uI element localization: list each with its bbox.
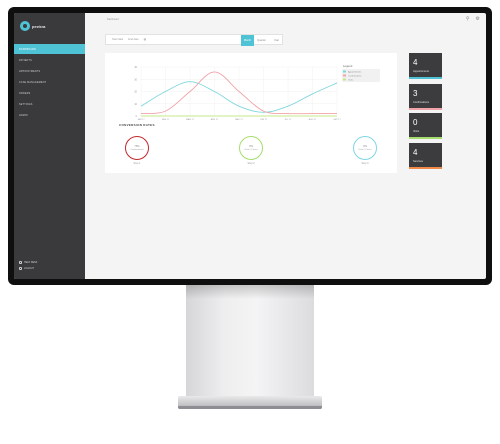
quarter-button[interactable]: Quarter <box>255 35 268 46</box>
filter-icon[interactable]: ⚲ <box>466 16 470 22</box>
monitor-bezel: peekra DASHBOARD PATIENTS APPOINTMENTS C… <box>8 7 492 285</box>
stat-accent-bar <box>409 77 442 79</box>
gear-icon[interactable]: ⚙ <box>476 16 480 22</box>
sidebar-item-patients[interactable]: PATIENTS <box>14 55 85 65</box>
x-tick-label: SEP 17 <box>333 119 341 121</box>
help-desk-label: HELP DESK <box>24 261 38 264</box>
sidebar-nav: DASHBOARD PATIENTS APPOINTMENTS CASE MAN… <box>14 44 85 121</box>
legend-entry: Visits <box>348 79 354 82</box>
y-tick-label: 40 <box>134 66 137 69</box>
sidebar-item-case-management[interactable]: CASE MANAGEMENT <box>14 77 85 87</box>
stat-label: Visits <box>413 130 420 133</box>
stat-accent-bar <box>409 137 442 139</box>
monitor-stand-shadow <box>186 285 314 299</box>
month-button[interactable]: Month <box>241 35 254 46</box>
x-tick-label: JUN 17 <box>260 119 268 121</box>
start-date-input[interactable]: Start date <box>112 38 123 41</box>
monitor-stand-neck <box>186 285 314 403</box>
sidebar-item-admin[interactable]: ADMIN <box>14 110 85 120</box>
conversion-rates-title: CONVERSION RATES <box>119 123 155 127</box>
topbar-icons: ⚲ ⚙ <box>466 16 480 22</box>
sidebar-item-appointments[interactable]: APPOINTMENTS <box>14 66 85 76</box>
logout-icon <box>19 267 22 270</box>
stat-value: 4 <box>413 148 418 157</box>
conversion-pct: 75% <box>134 145 140 148</box>
logo-text: peekra <box>32 23 46 29</box>
monitor-stand-base-edge <box>178 406 322 409</box>
logo[interactable]: peekra <box>20 21 46 31</box>
screen: peekra DASHBOARD PATIENTS APPOINTMENTS C… <box>14 13 486 279</box>
conversion-caption: Step 1 <box>133 162 141 165</box>
stat-value: 0 <box>413 118 418 127</box>
sidebar-item-settings[interactable]: SETTINGS <box>14 99 85 109</box>
x-tick-label: JAN 17 <box>137 118 145 121</box>
stat-accent-bar <box>409 108 442 110</box>
legend-swatch <box>343 70 346 73</box>
legend-entry: Confirmations <box>348 75 362 78</box>
stat-label: Appointments <box>413 70 429 73</box>
legend-swatch <box>343 78 346 81</box>
x-tick-label: JUL 17 <box>285 119 293 121</box>
conversion-pct: 0% <box>363 145 367 148</box>
conversion-caption: Step 2 <box>247 162 255 165</box>
stat-card-visits[interactable]: 0 Visits <box>409 113 442 139</box>
x-tick-label: FEB 17 <box>162 119 170 121</box>
help-icon <box>19 261 22 264</box>
y-tick-label: 20 <box>134 91 137 94</box>
y-tick-label: 30 <box>134 78 137 81</box>
chart-panel: 0 10 20 30 40 JAN 17 FEB 17 MAR 17 APR 17 MAY 17 J… <box>105 53 397 173</box>
stat-card-appointments[interactable]: 4 Appointments <box>409 53 442 79</box>
x-tick-label: AUG 17 <box>309 118 318 121</box>
sidebar-footer: HELP DESK LOGOUT <box>19 261 37 273</box>
y-tick-label: 10 <box>134 103 137 106</box>
stat-label: Confirmations <box>413 101 430 104</box>
stat-label: Services <box>413 160 423 163</box>
conversion-circle-step-3: 0% Visits / Cases <box>353 136 377 160</box>
date-filter-bar: Start date End date ▦ Month Quarter Year <box>105 34 284 46</box>
stat-value: 3 <box>413 89 418 98</box>
stat-card-confirmations[interactable]: 3 Confirmations <box>409 84 442 110</box>
sidebar-item-orders[interactable]: ORDERS <box>14 88 85 98</box>
x-tick-label: MAY 17 <box>235 118 243 121</box>
conversion-circle-step-2: 0% Visits / Cases <box>239 136 263 160</box>
sidebar: peekra DASHBOARD PATIENTS APPOINTMENTS C… <box>14 13 85 279</box>
conversion-caption: Step 3 <box>361 162 369 165</box>
conversion-circle-confirmations: 75% Confirmations <box>125 136 149 160</box>
legend-entry: Appointments <box>348 71 362 74</box>
stat-accent-bar <box>409 167 442 169</box>
x-tick-label: APR 17 <box>211 118 219 121</box>
stat-card-services[interactable]: 4 Services <box>409 143 442 169</box>
legend-title: Legend <box>343 64 353 68</box>
conversion-label: Visits / Cases <box>358 149 372 151</box>
breadcrumb: Dashboard <box>107 18 119 21</box>
conversion-label: Visits / Cases <box>244 149 258 151</box>
logout-link[interactable]: LOGOUT <box>19 267 37 270</box>
calendar-icon[interactable]: ▦ <box>144 38 146 41</box>
conversion-label: Confirmations <box>130 149 144 151</box>
conversion-pct: 0% <box>249 145 253 148</box>
logo-icon <box>20 21 30 31</box>
topbar: Dashboard ⚲ ⚙ <box>85 13 486 27</box>
sidebar-item-dashboard[interactable]: DASHBOARD <box>14 44 85 54</box>
logout-label: LOGOUT <box>24 267 35 270</box>
stat-value: 4 <box>413 58 418 67</box>
legend-swatch <box>343 74 346 77</box>
x-tick-label: MAR 17 <box>186 118 195 121</box>
y-tick-label: 0 <box>136 115 138 118</box>
end-date-input[interactable]: End date <box>128 38 138 41</box>
year-button[interactable]: Year <box>269 35 284 46</box>
help-desk-link[interactable]: HELP DESK <box>19 261 37 264</box>
